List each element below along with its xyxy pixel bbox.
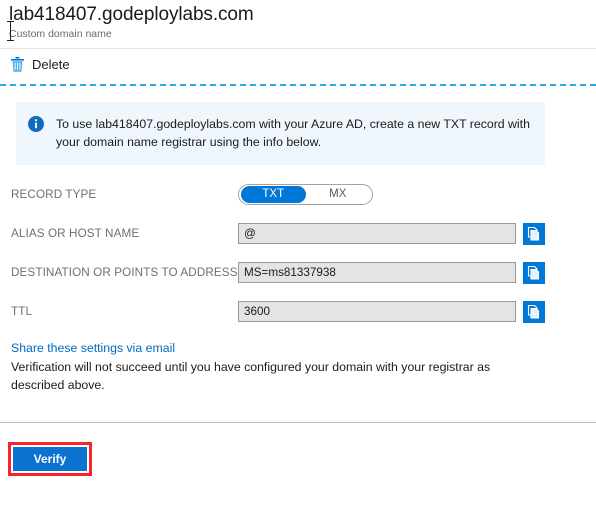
alias-or-host-name-row: ALIAS OR HOST NAME <box>0 222 596 245</box>
copy-icon <box>527 226 541 241</box>
destination-address-label: DESTINATION OR POINTS TO ADDRESS <box>11 266 238 279</box>
delete-button[interactable]: Delete <box>11 56 70 72</box>
info-icon <box>28 115 44 151</box>
delete-button-label: Delete <box>32 56 70 72</box>
share-settings-link[interactable]: Share these settings via email <box>11 339 175 357</box>
record-type-option-mx[interactable]: MX <box>306 186 371 203</box>
trash-icon <box>11 56 24 72</box>
command-bar: Delete <box>0 49 596 79</box>
dns-record-form: RECORD TYPE TXT MX ALIAS OR HOST NAME DE… <box>0 183 596 323</box>
alias-or-host-name-input[interactable] <box>238 223 516 244</box>
record-type-label: RECORD TYPE <box>11 188 97 201</box>
page-subtitle: Custom domain name <box>7 21 596 41</box>
ttl-row: TTL <box>0 300 596 323</box>
ttl-input[interactable] <box>238 301 516 322</box>
record-type-row: RECORD TYPE TXT MX <box>0 183 596 206</box>
copy-icon <box>527 304 541 319</box>
record-type-option-txt[interactable]: TXT <box>241 186 306 203</box>
footer-block: Share these settings via email Verificat… <box>0 339 596 394</box>
alias-or-host-name-label: ALIAS OR HOST NAME <box>11 227 140 240</box>
copy-destination-button[interactable] <box>523 261 545 284</box>
info-banner: To use lab418407.godeploylabs.com with y… <box>16 102 545 165</box>
verify-action-area: Verify <box>0 423 596 483</box>
verification-note: Verification will not succeed until you … <box>11 360 491 392</box>
ttl-label: TTL <box>11 305 33 318</box>
copy-ttl-button[interactable] <box>523 300 545 323</box>
page-header: lab418407.godeploylabs.com Custom domain… <box>0 0 596 41</box>
record-type-toggle[interactable]: TXT MX <box>238 184 373 205</box>
destination-address-input[interactable] <box>238 262 516 283</box>
destination-address-row: DESTINATION OR POINTS TO ADDRESS <box>0 261 596 284</box>
info-banner-wrapper: To use lab418407.godeploylabs.com with y… <box>0 86 596 165</box>
verify-button[interactable]: Verify <box>13 447 87 471</box>
page-subtitle-label: Custom domain name <box>9 28 112 40</box>
info-banner-text: To use lab418407.godeploylabs.com with y… <box>56 117 530 149</box>
page-title: lab418407.godeploylabs.com <box>9 4 254 25</box>
copy-icon <box>527 265 541 280</box>
copy-alias-button[interactable] <box>523 222 545 245</box>
